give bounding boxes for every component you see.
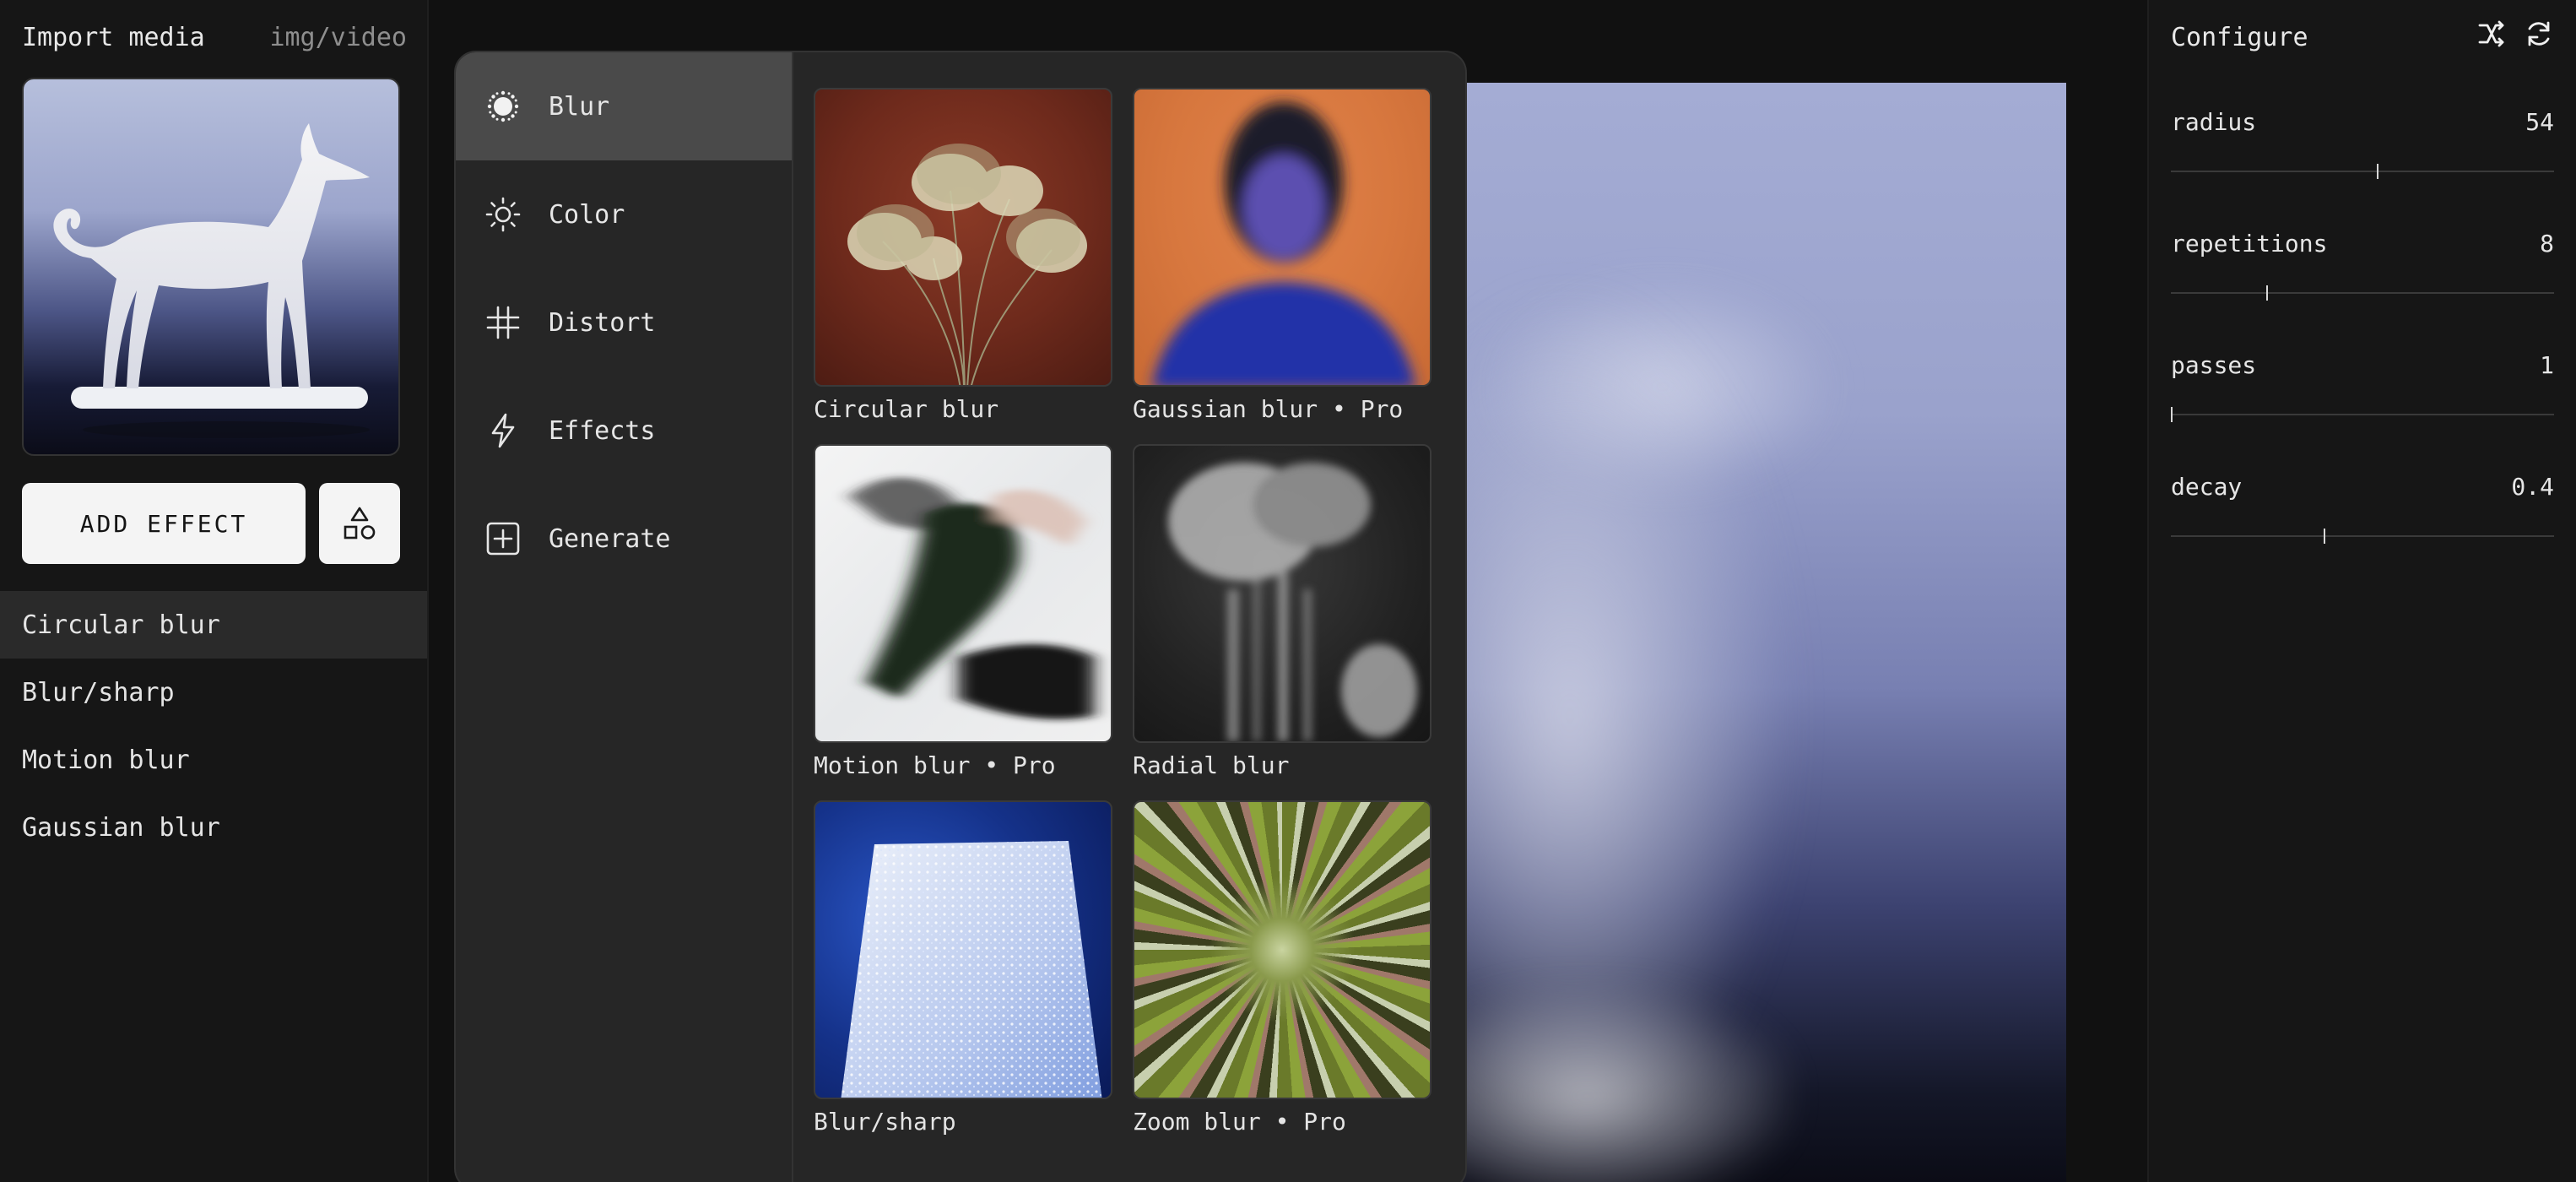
param-value[interactable]: 1 [2540,351,2554,379]
category-label: Distort [549,307,656,338]
effect-grid: Circular blur Gaussian blur • Pro Motion… [814,88,1431,1138]
bolt-icon [484,412,522,449]
dog-statue-image [53,123,371,438]
import-media-title[interactable]: Import media [22,23,205,52]
slider-handle[interactable] [2377,164,2379,179]
category-effects[interactable]: Effects [456,377,792,485]
slider-track[interactable] [2171,414,2554,415]
effect-card-motion-blur[interactable]: Motion blur • Pro [814,444,1112,782]
effect-card-blur-sharp[interactable]: Blur/sharp [814,800,1112,1138]
configure-panel: Configure radius 54 repetitions 8 passes… [2147,0,2576,1182]
param-radius: radius 54 [2171,108,2554,201]
add-effect-button[interactable]: ADD EFFECT [22,483,306,564]
slider-track[interactable] [2171,292,2554,294]
effect-card-zoom-blur[interactable]: Zoom blur • Pro [1133,800,1431,1138]
configure-actions [2476,19,2554,56]
param-repetitions: repetitions 8 [2171,230,2554,323]
effect-card-label: Radial blur [1133,751,1290,779]
effect-item-blur-sharp[interactable]: Blur/sharp [0,659,427,726]
param-name: repetitions [2171,230,2328,258]
param-value[interactable]: 0.4 [2511,473,2554,501]
import-header: Import media img/video [22,22,407,52]
effect-card-label: Motion blur • Pro [814,751,1056,779]
category-generate[interactable]: Generate [456,485,792,593]
circular-blur-thumbnail [814,88,1112,387]
blur-sharp-thumbnail [814,800,1112,1099]
media-preview[interactable] [22,78,400,456]
sun-icon [484,196,522,233]
param-name: decay [2171,473,2243,501]
effect-card-label: Gaussian blur • Pro [1133,395,1404,423]
category-distort[interactable]: Distort [456,268,792,377]
gaussian-blur-thumbnail [1133,88,1431,387]
effect-card-gaussian-blur[interactable]: Gaussian blur • Pro [1133,88,1431,426]
param-decay: decay 0.4 [2171,473,2554,566]
blurred-base [1452,986,1789,1182]
effect-card-label: Circular blur [814,395,999,423]
effect-item-gaussian-blur[interactable]: Gaussian blur [0,794,427,861]
category-label: Generate [549,523,671,554]
slider-track[interactable] [2171,171,2554,172]
param-value[interactable]: 8 [2540,230,2554,258]
effect-card-radial-blur[interactable]: Radial blur [1133,444,1431,782]
applied-effects-list: Circular blur Blur/sharp Motion blur Gau… [0,591,427,861]
effect-card-label: Blur/sharp [814,1108,956,1136]
shapes-button[interactable] [319,483,400,564]
grid-hash-icon [484,304,522,341]
motion-blur-thumbnail [814,444,1112,743]
param-value[interactable]: 54 [2525,108,2554,136]
slider-handle[interactable] [2266,285,2268,301]
media-type-label: img/video [269,22,407,52]
shapes-icon [344,507,376,539]
shuffle-icon[interactable] [2476,19,2507,56]
configure-title: Configure [2171,22,2308,52]
effects-popover: Blur Color Distort Effects Generate Circ… [454,51,1467,1182]
category-list: Blur Color Distort Effects Generate [456,52,793,1182]
category-blur[interactable]: Blur [456,52,792,160]
category-label: Color [549,199,625,230]
left-panel: Import media img/video ADD EFFECT Circul… [0,0,429,1182]
category-color[interactable]: Color [456,160,792,268]
category-label: Blur [549,91,610,122]
param-name: radius [2171,108,2257,136]
zoom-blur-thumbnail [1133,800,1431,1099]
refresh-icon[interactable] [2524,19,2554,56]
slider-track[interactable] [2171,535,2554,537]
plus-square-icon [484,520,522,557]
param-name: passes [2171,351,2257,379]
slider-handle[interactable] [2323,529,2325,544]
effect-item-motion-blur[interactable]: Motion blur [0,726,427,794]
param-passes: passes 1 [2171,351,2554,444]
blur-icon [484,88,522,125]
slider-handle[interactable] [2171,407,2173,422]
canvas-preview[interactable] [1452,83,2066,1182]
radial-blur-thumbnail [1133,444,1431,743]
configure-header: Configure [2171,20,2554,54]
category-label: Effects [549,415,656,446]
effect-card-label: Zoom blur • Pro [1133,1108,1346,1136]
effect-item-circular-blur[interactable]: Circular blur [0,591,427,659]
effect-card-circular-blur[interactable]: Circular blur [814,88,1112,426]
